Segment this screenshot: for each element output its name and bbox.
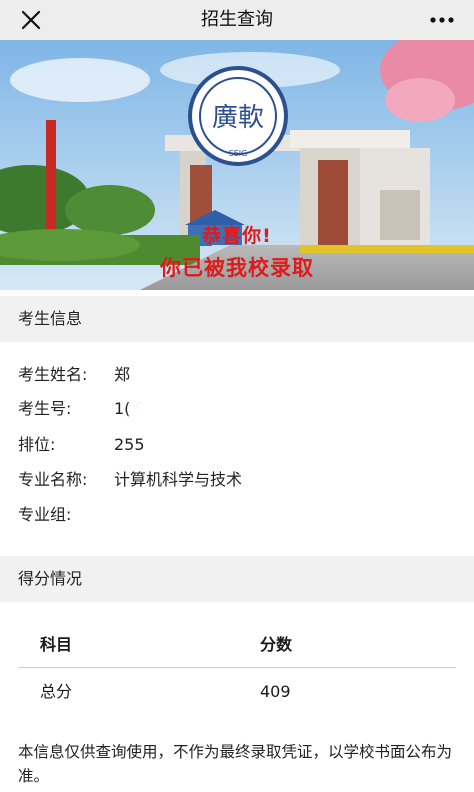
- disclaimer-text: 本信息仅供查询使用，不作为最终录取凭证，以学校书面公布为准。: [18, 743, 453, 785]
- svg-text:廣軟: 廣軟: [212, 103, 264, 133]
- table-row: 总分 409: [18, 668, 456, 716]
- redaction-blur: [134, 365, 190, 387]
- rank-row: 排位: 255: [18, 432, 458, 458]
- score-section-header: 得分情况: [0, 556, 474, 602]
- candidate-name-label: 考生姓名:: [18, 365, 88, 384]
- major-row: 专业名称: 计算机科学与技术: [18, 467, 458, 493]
- major-label: 专业名称:: [18, 470, 88, 489]
- admission-banner: 廣軟 SEIG 恭喜你! 你已被我校录取: [0, 40, 474, 290]
- subject-header: 科目: [40, 635, 73, 654]
- major-group-row: 专业组:: [18, 502, 458, 528]
- candidate-name-row: 考生姓名: 郑: [18, 362, 458, 388]
- more-dots-icon[interactable]: [428, 8, 456, 32]
- rank-value: 255: [114, 435, 145, 454]
- score-table: 科目 分数 总分 409: [18, 622, 456, 716]
- candidate-id-label: 考生号:: [18, 399, 72, 418]
- rank-label: 排位:: [18, 435, 56, 454]
- congrats-text: 恭喜你!: [202, 225, 272, 247]
- redaction-blur: [132, 399, 206, 421]
- score-cell: 409: [260, 682, 291, 701]
- score-header: 分数: [260, 635, 293, 654]
- subject-cell: 总分: [40, 682, 73, 701]
- candidate-info-header: 考生信息: [0, 296, 474, 342]
- major-group-label: 专业组:: [18, 505, 72, 524]
- admitted-text: 你已被我校录取: [160, 256, 314, 280]
- navbar: 招生查询: [0, 0, 474, 40]
- major-value: 计算机科学与技术: [114, 470, 243, 489]
- candidate-id-row: 考生号: 1( 9: [18, 396, 458, 422]
- score-table-header: 科目 分数: [18, 622, 456, 668]
- logo-text: SEIG: [229, 149, 248, 158]
- page-title: 招生查询: [201, 9, 273, 30]
- candidate-name-value: 郑: [114, 365, 131, 384]
